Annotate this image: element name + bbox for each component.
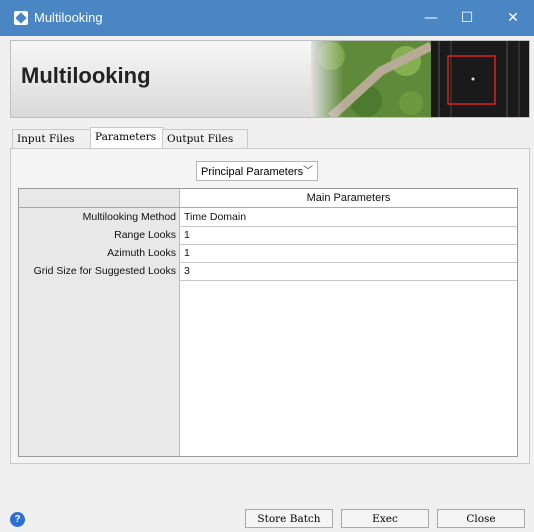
minimize-button[interactable]: — bbox=[418, 6, 444, 30]
empty-label-column bbox=[19, 280, 180, 456]
close-button[interactable]: Close bbox=[437, 509, 525, 528]
row-label: Multilooking Method bbox=[19, 208, 180, 226]
app-icon bbox=[14, 11, 28, 25]
table-header-main-parameters: Main Parameters bbox=[306, 192, 391, 204]
table-row[interactable]: Grid Size for Suggested Looks 3 bbox=[19, 262, 517, 281]
exec-button[interactable]: Exec bbox=[341, 509, 429, 528]
row-value[interactable]: 3 bbox=[184, 262, 514, 280]
tab-output-files[interactable]: Output Files bbox=[162, 129, 248, 148]
row-value[interactable]: Time Domain bbox=[184, 208, 514, 226]
chevron-down-icon: ﹀ bbox=[303, 166, 313, 177]
window-title: Multilooking bbox=[34, 10, 103, 25]
table-row[interactable]: Azimuth Looks 1 bbox=[19, 244, 517, 263]
table-header-row: Main Parameters bbox=[19, 189, 517, 208]
row-value[interactable]: 1 bbox=[184, 226, 514, 244]
parameters-table: Main Parameters Multilooking Method Time… bbox=[18, 188, 518, 457]
table-header-corner bbox=[19, 189, 180, 207]
row-label: Range Looks bbox=[19, 226, 180, 244]
banner-title: Multilooking bbox=[21, 63, 151, 88]
store-batch-button[interactable]: Store Batch bbox=[245, 509, 333, 528]
header-banner: Multilooking bbox=[10, 40, 530, 118]
table-row[interactable]: Multilooking Method Time Domain bbox=[19, 208, 517, 227]
close-window-button[interactable]: ✕ bbox=[500, 6, 526, 30]
tab-input-files[interactable]: Input Files bbox=[12, 129, 92, 148]
row-label: Azimuth Looks bbox=[19, 244, 180, 262]
banner-image bbox=[311, 41, 529, 117]
multilooking-window: Multilooking — ☐ ✕ Multilooking Input Fi… bbox=[0, 0, 534, 532]
title-bar[interactable]: Multilooking — ☐ ✕ bbox=[0, 0, 534, 36]
parameter-group-select[interactable]: Principal Parameters ﹀ bbox=[196, 161, 318, 181]
maximize-button[interactable]: ☐ bbox=[454, 6, 480, 30]
parameter-group-selected: Principal Parameters bbox=[201, 166, 304, 178]
row-label: Grid Size for Suggested Looks bbox=[19, 262, 180, 280]
tab-parameters[interactable]: Parameters bbox=[90, 127, 164, 148]
table-row[interactable]: Range Looks 1 bbox=[19, 226, 517, 245]
row-value[interactable]: 1 bbox=[184, 244, 514, 262]
help-icon[interactable]: ? bbox=[10, 512, 25, 527]
